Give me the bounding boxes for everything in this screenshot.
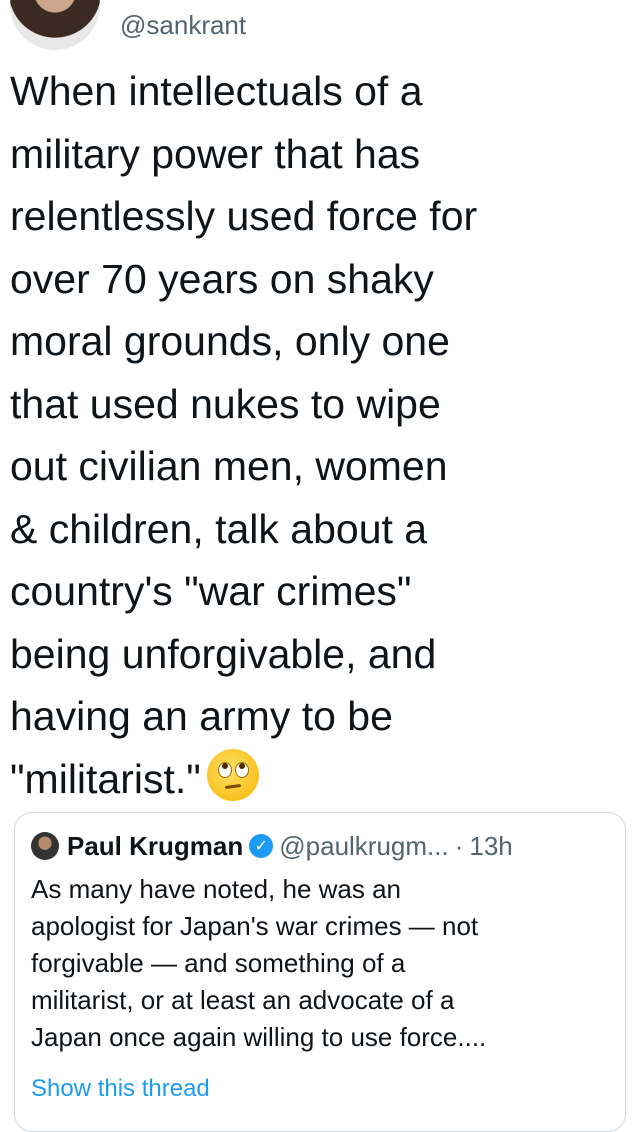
quoted-line: As many have noted, he was an (31, 874, 402, 904)
tweet-line: & children, talk about a (10, 505, 428, 552)
tweet-line: relentlessly used force for (10, 193, 478, 239)
tweet-line: military power that has (10, 130, 421, 177)
meta-separator: · (454, 830, 464, 861)
quoted-timestamp[interactable]: 13h (469, 831, 512, 862)
tweet-line-last: "militarist." (10, 748, 625, 811)
quoted-line: militarist, or at least an advocate of a (31, 985, 455, 1015)
face-with-rolling-eyes-icon (206, 748, 259, 801)
quoted-line: Japan once again willing to use force...… (31, 1022, 487, 1052)
author-avatar[interactable] (10, 0, 100, 50)
quoted-line: apologist for Japan's war crimes — not (31, 911, 479, 941)
quoted-author-name[interactable]: Paul Krugman (67, 831, 243, 862)
tweet-line: When intellectuals of a (10, 68, 423, 114)
tweet-line: having an army to be (10, 693, 393, 739)
quoted-tweet-text: As many have noted, he was an apologist … (31, 871, 616, 1056)
quoted-tweet-card[interactable]: Paul Krugman ✓ @paulkrugm... · 13h As ma… (14, 812, 626, 1132)
tweet-line: that used nukes to wipe (10, 380, 441, 427)
tweet-line: out civilian men, women (10, 443, 448, 489)
verified-badge-icon: ✓ (249, 834, 274, 858)
author-handle[interactable]: @sankrant (120, 10, 246, 41)
quoted-author-handle[interactable]: @paulkrugm... (279, 831, 448, 862)
quoted-line: forgivable — and something of a (31, 948, 406, 978)
quoted-author-avatar[interactable] (31, 832, 59, 860)
tweet-line: being unforgivable, and (10, 630, 437, 677)
tweet-line: country's "war crimes" (10, 568, 412, 614)
tweet-text: When intellectuals of a military power t… (10, 60, 625, 810)
tweet-line: over 70 years on shaky (10, 255, 434, 302)
quoted-tweet-header: Paul Krugman ✓ @paulkrugm... · 13h (31, 829, 513, 863)
tweet-line: "militarist." (10, 755, 201, 802)
show-thread-link[interactable]: Show this thread (31, 1075, 210, 1103)
tweet-line: moral grounds, only one (10, 318, 450, 364)
